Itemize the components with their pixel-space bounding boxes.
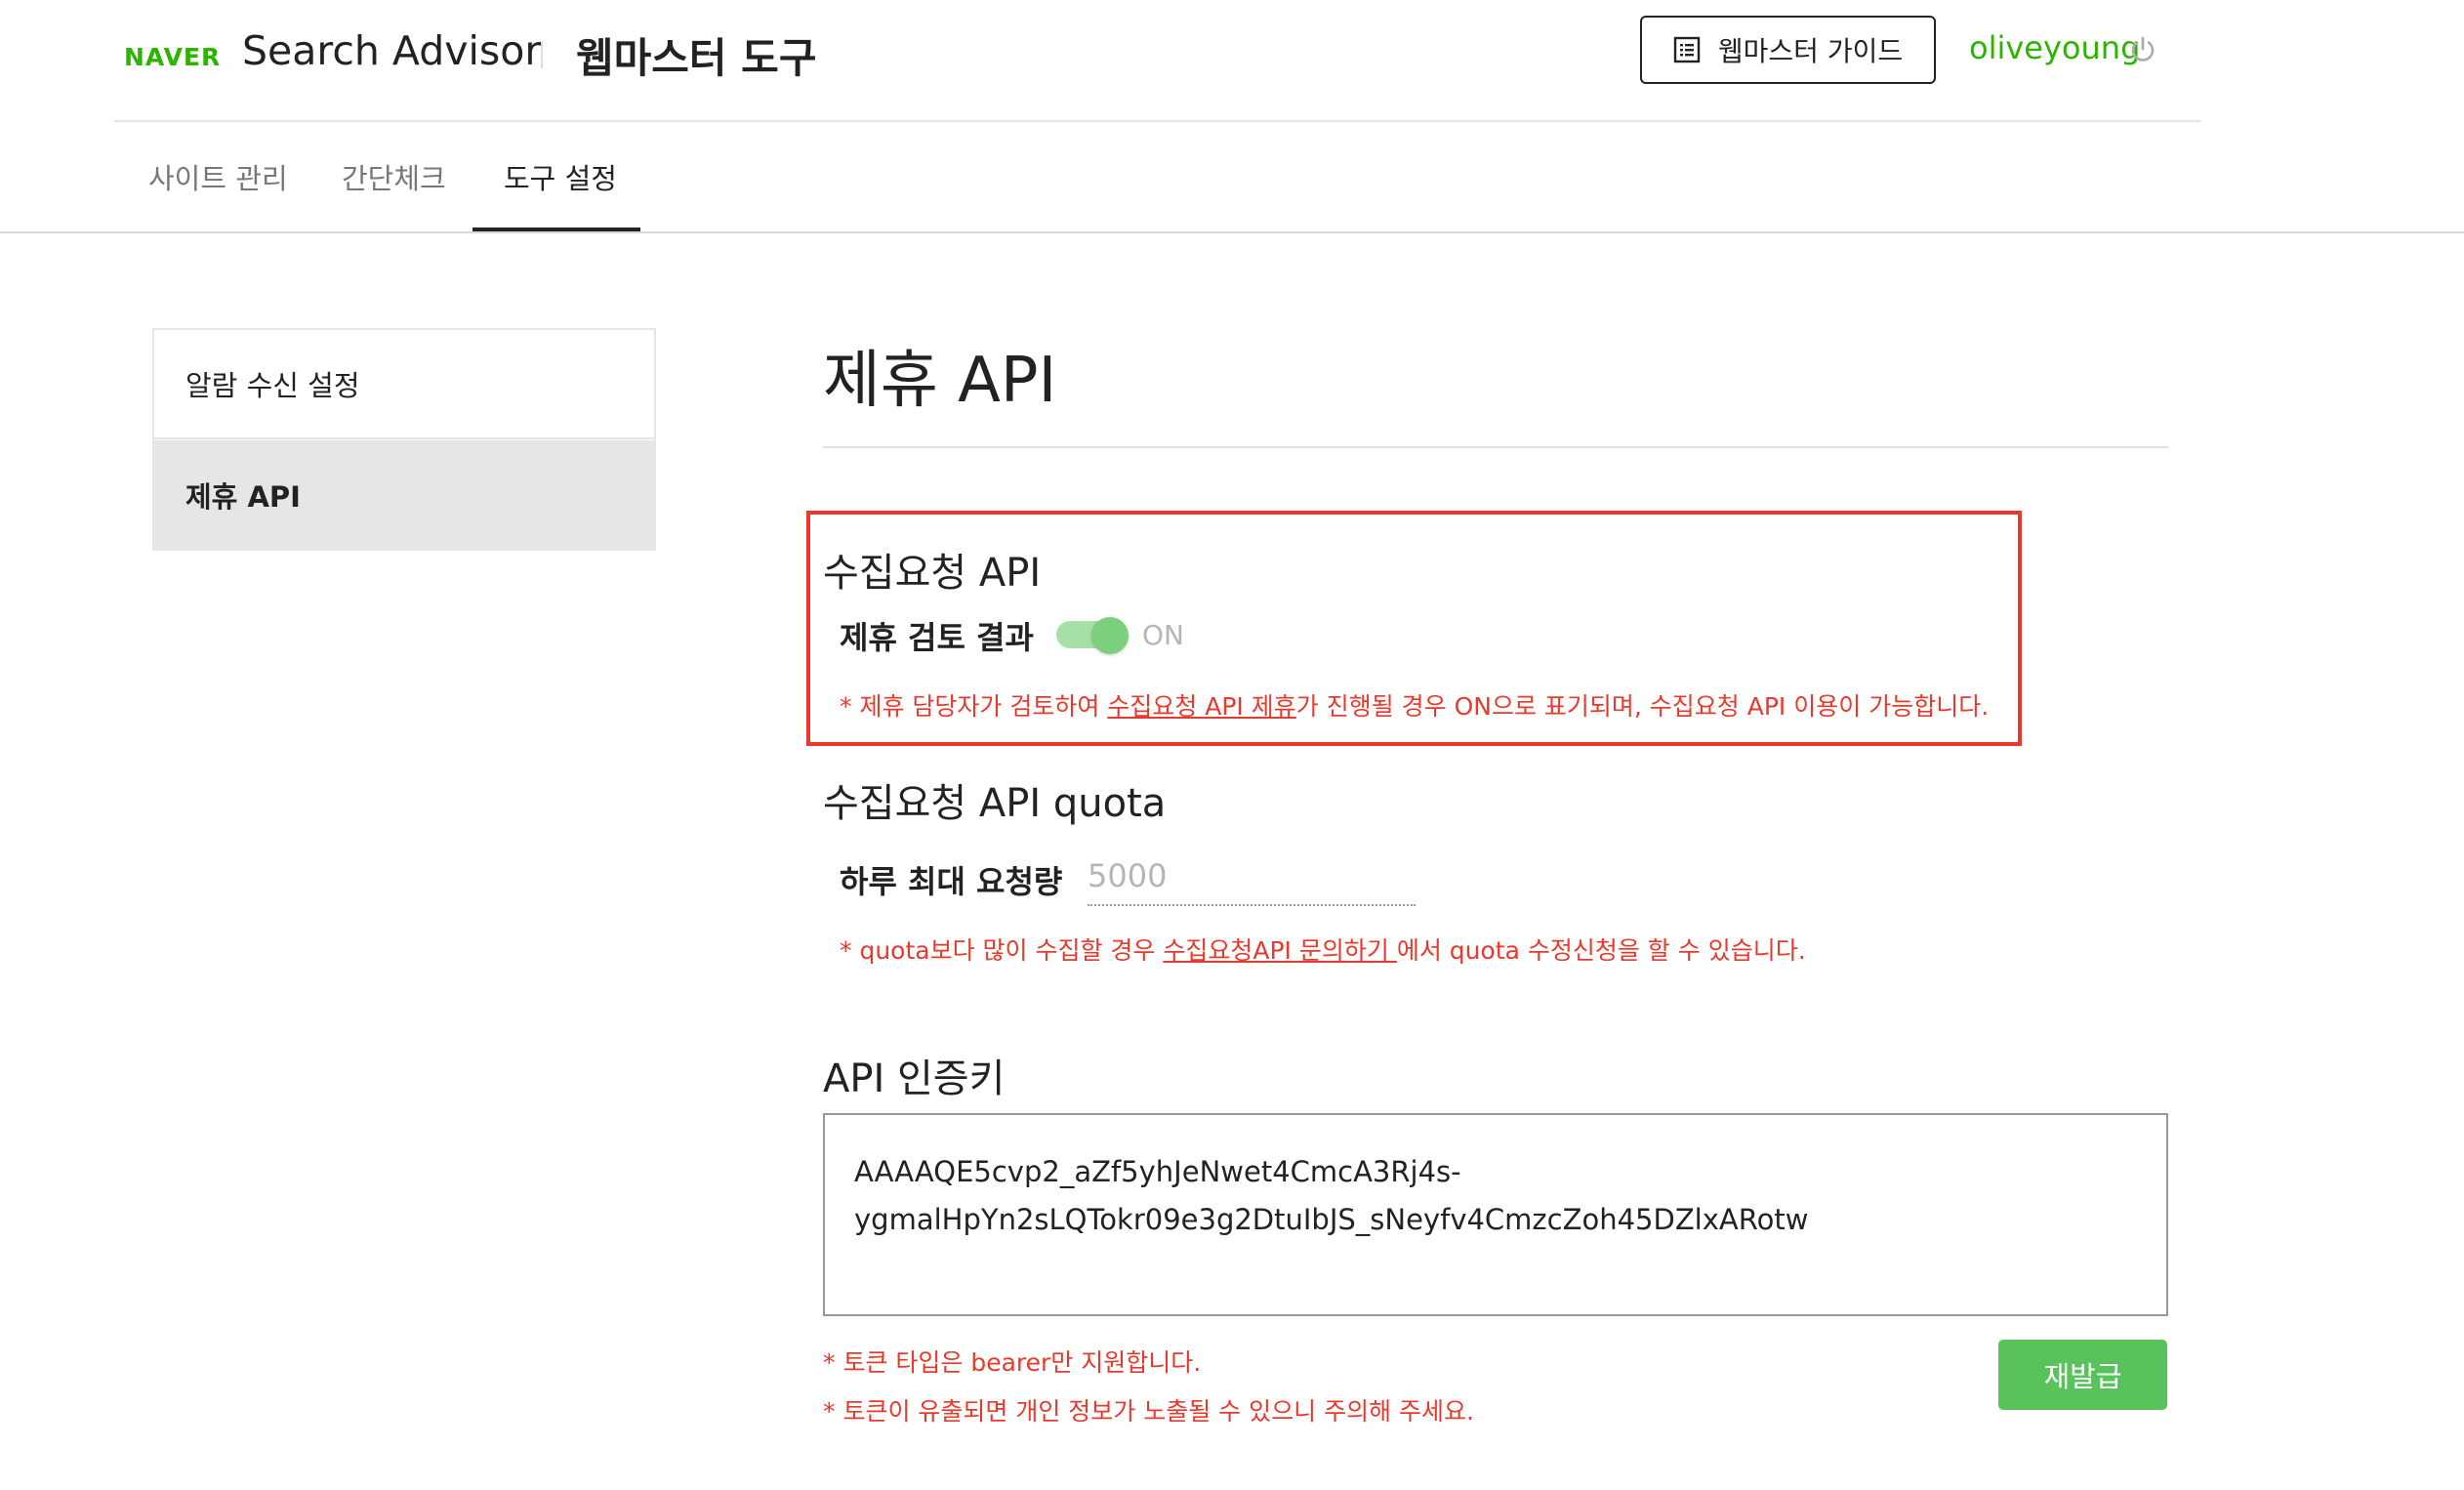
collect-api-note: * 제휴 담당자가 검토하여 수집요청 API 제휴가 진행될 경우 ON으로 … — [840, 687, 1989, 723]
partner-review-label: 제휴 검토 결과 — [840, 619, 1034, 656]
toggle-knob — [1091, 617, 1129, 654]
logo-divider — [541, 41, 543, 68]
tab-tool-settings[interactable]: 도구 설정 — [504, 156, 617, 197]
collect-api-note-suffix: 가 진행될 경우 ON으로 표기되며, 수집요청 API 이용이 가능합니다. — [1295, 692, 1990, 721]
api-key-heading: API 인증키 — [823, 1056, 1006, 1101]
quota-note-prefix: * quota보다 많이 수집할 경우 — [840, 936, 1164, 965]
page-title: 제휴 API — [823, 345, 1057, 417]
daily-max-requests-value: 5000 — [1088, 857, 1168, 894]
quota-inquiry-link[interactable]: 수집요청API 문의하기 — [1163, 936, 1396, 965]
quota-heading: 수집요청 API quota — [823, 781, 1167, 826]
api-key-field[interactable]: AAAAQE5cvp2_aZf5yhJeNwet4CmcA3Rj4s- ygma… — [823, 1113, 2168, 1316]
sidebar-item-partner-api[interactable]: 제휴 API — [154, 440, 654, 550]
naver-logo[interactable]: NAVER — [124, 43, 221, 71]
quota-note: * quota보다 많이 수집할 경우 수집요청API 문의하기 에서 quot… — [840, 931, 1806, 967]
daily-max-requests-label: 하루 최대 요청량 — [840, 863, 1063, 900]
document-list-icon — [1673, 36, 1701, 63]
collect-api-note-prefix: * 제휴 담당자가 검토하여 — [840, 692, 1108, 721]
product-name[interactable]: Search Advisor — [242, 27, 541, 74]
api-key-line-2: ygmalHpYn2sLQTokr09e3g2DtuIbJS_sNeyfv4Cm… — [854, 1203, 1809, 1236]
webmaster-guide-label: 웹마스터 가이드 — [1717, 35, 1904, 67]
token-type-note: * 토큰 타입은 bearer만 지원합니다. — [823, 1348, 1202, 1377]
tab-quick-check[interactable]: 간단체크 — [342, 156, 446, 197]
title-divider — [823, 446, 2168, 448]
toggle-state-text: ON — [1142, 619, 1184, 651]
quota-value-underline — [1088, 904, 1416, 906]
quota-note-suffix: 에서 quota 수정신청을 할 수 있습니다. — [1396, 936, 1806, 965]
tabs-divider — [0, 231, 2464, 233]
reissue-key-button[interactable]: 재발급 — [1998, 1340, 2167, 1410]
tab-site-management[interactable]: 사이트 관리 — [148, 156, 288, 197]
username-link[interactable]: oliveyoung — [1969, 29, 2140, 66]
logout-power-icon[interactable] — [2128, 35, 2157, 64]
header-divider — [114, 120, 2201, 122]
partner-review-toggle[interactable] — [1056, 617, 1130, 654]
token-leak-warning: * 토큰이 유출되면 개인 정보가 노출될 수 있으니 주의해 주세요. — [823, 1397, 1474, 1426]
collect-api-partnership-link[interactable]: 수집요청 API 제휴 — [1107, 692, 1295, 721]
webmaster-guide-button[interactable]: 웹마스터 가이드 — [1640, 16, 1936, 84]
sidebar-item-alarm-settings[interactable]: 알람 수신 설정 — [154, 330, 654, 439]
api-key-line-1: AAAAQE5cvp2_aZf5yhJeNwet4CmcA3Rj4s- — [854, 1155, 1461, 1188]
settings-sidebar: 알람 수신 설정 제휴 API — [152, 328, 656, 551]
section-name[interactable]: 웹마스터 도구 — [576, 25, 816, 85]
collect-api-heading: 수집요청 API — [823, 551, 1042, 596]
